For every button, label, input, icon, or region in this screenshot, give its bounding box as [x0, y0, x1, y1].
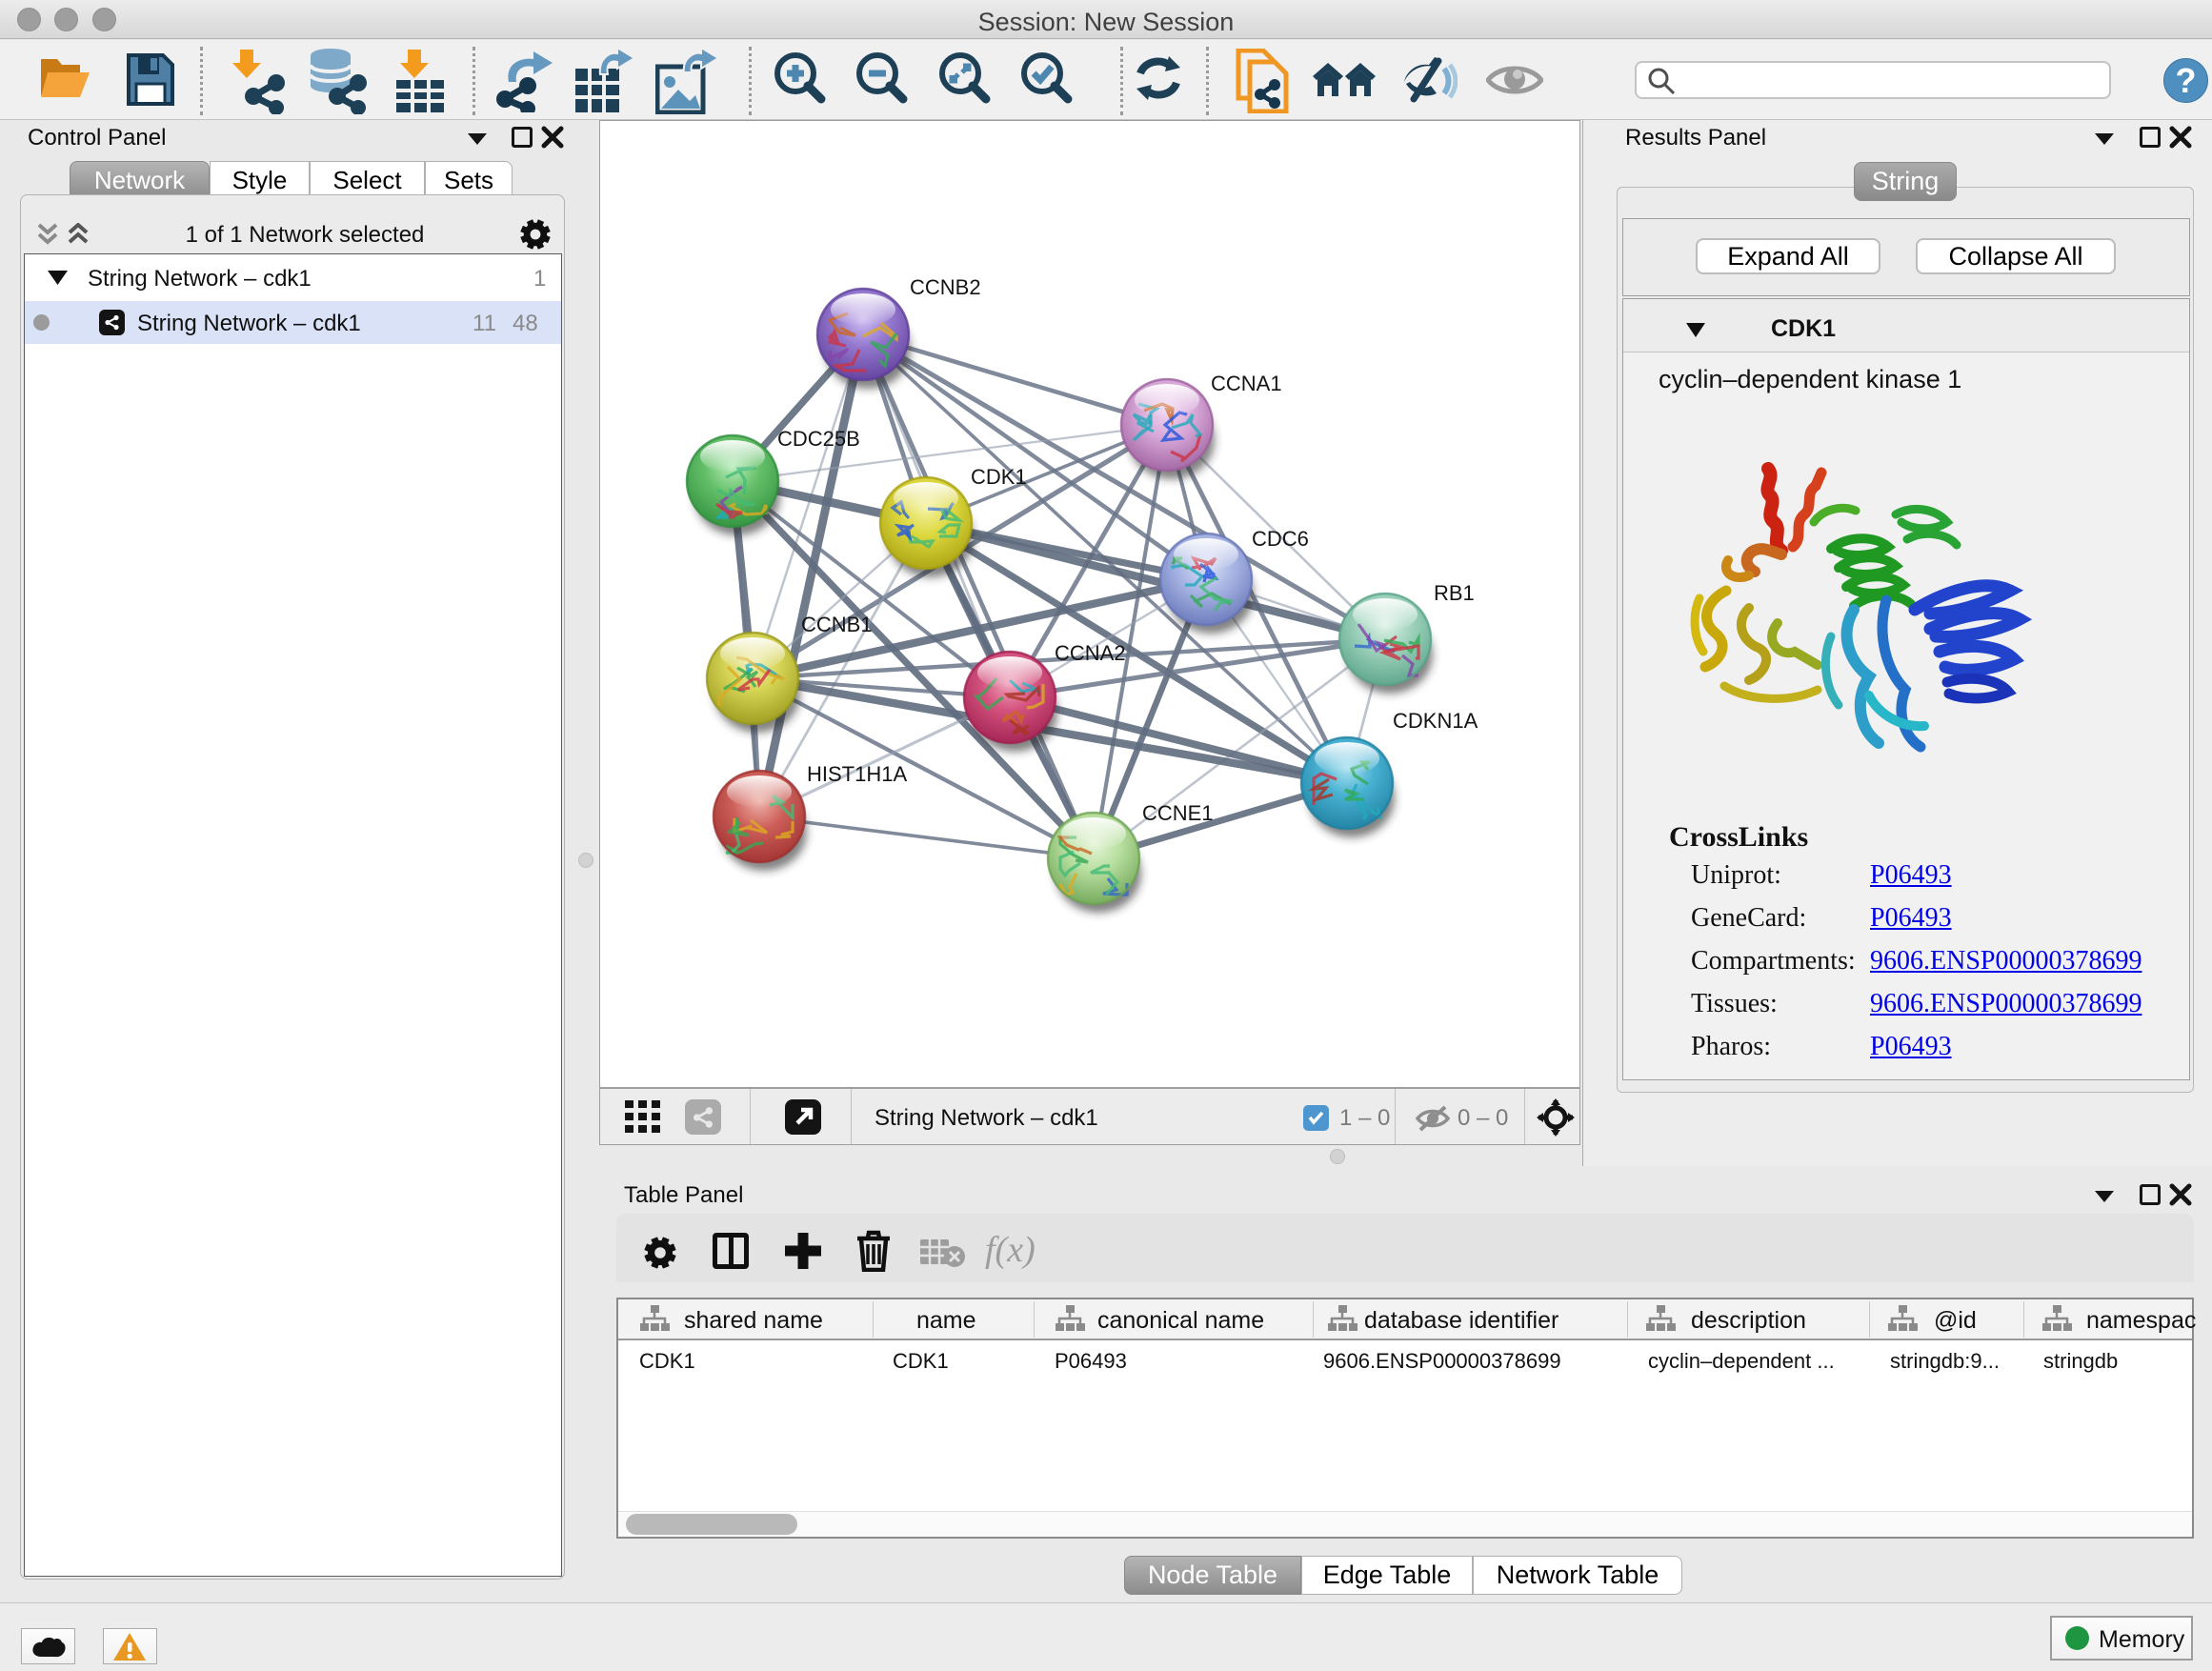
svg-text:HIST1H1A: HIST1H1A [807, 762, 907, 786]
svg-text:CCNA1: CCNA1 [1211, 372, 1282, 395]
svg-text:CDK1: CDK1 [971, 465, 1027, 489]
svg-text:CDKN1A: CDKN1A [1393, 709, 1478, 733]
svg-text:RB1: RB1 [1434, 581, 1475, 605]
svg-text:CDC25B: CDC25B [777, 427, 860, 451]
svg-text:CCNA2: CCNA2 [1055, 641, 1126, 665]
svg-text:CCNE1: CCNE1 [1142, 801, 1214, 825]
svg-text:CDC6: CDC6 [1252, 527, 1309, 551]
svg-text:CCNB2: CCNB2 [910, 275, 981, 299]
svg-text:CCNB1: CCNB1 [801, 613, 873, 636]
